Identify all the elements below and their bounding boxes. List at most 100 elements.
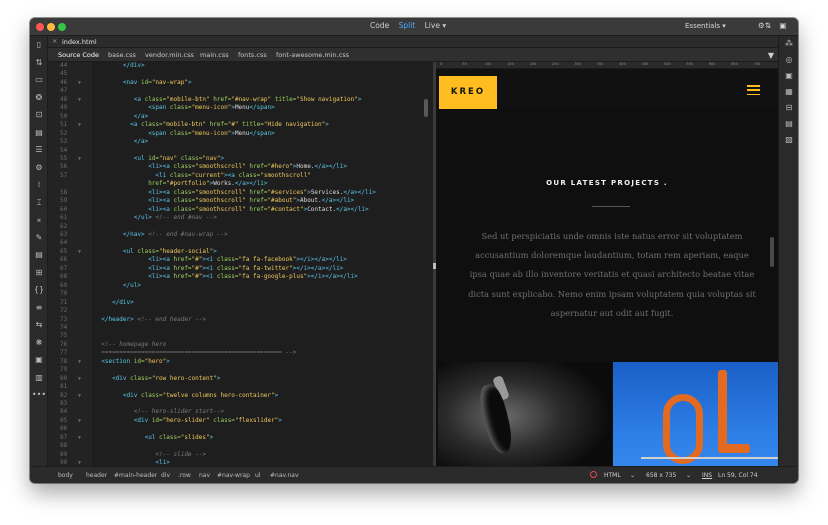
tag-selector-nav[interactable]: nav bbox=[199, 472, 210, 479]
tag-selector-nav-ul[interactable]: #nav.nav bbox=[270, 472, 299, 479]
fold-toggle-icon[interactable]: ▼ bbox=[78, 417, 81, 425]
css-designer-icon[interactable]: ◎ bbox=[779, 52, 798, 68]
code-line[interactable]: 45 bbox=[48, 70, 433, 78]
fold-toggle-icon[interactable]: ▼ bbox=[78, 459, 81, 466]
code-view-button[interactable]: Code bbox=[370, 21, 389, 30]
code-text[interactable]: <li><a href="#"><i class="fa fa-google-p… bbox=[94, 273, 358, 281]
code-line[interactable]: 80 ▼ <div class="row hero-content"> bbox=[48, 375, 433, 383]
insert-mode-toggle[interactable]: INS bbox=[702, 472, 712, 479]
code-icon[interactable]: ⊡ bbox=[30, 106, 48, 124]
code-line[interactable]: href="#portfolio">Works.</a></li> bbox=[48, 180, 433, 188]
zoom-window-button[interactable] bbox=[58, 23, 66, 31]
fold-toggle-icon[interactable]: ▼ bbox=[78, 79, 81, 87]
code-text[interactable]: <div class="row hero-content"> bbox=[94, 375, 220, 383]
wrap-icon[interactable]: ⌶ bbox=[30, 194, 48, 212]
code-line[interactable]: 75 bbox=[48, 332, 433, 340]
code-editor[interactable]: 44 </div> 45 46 ▼ <nav id="nav-wrap"> 47 48 ▼ … bbox=[48, 62, 433, 466]
code-text[interactable]: </a> bbox=[94, 113, 148, 121]
related-file-font-awesome-css[interactable]: font-awesome.min.css bbox=[276, 51, 349, 59]
tag-selector-main-header[interactable]: #main-header bbox=[114, 472, 157, 479]
site-logo[interactable]: KREO bbox=[439, 76, 497, 109]
fold-toggle-icon[interactable]: ▼ bbox=[78, 155, 81, 163]
move-icon[interactable]: ⇆ bbox=[30, 316, 48, 334]
code-text[interactable]: <li><a href="#"><i class="fa fa-twitter"… bbox=[94, 265, 343, 273]
code-line[interactable]: 59 <li><a class="smoothscroll" href="#ab… bbox=[48, 197, 433, 205]
snippets-icon[interactable]: ▤ bbox=[779, 116, 798, 132]
code-text[interactable]: <span class="menu-icon">Menu</span> bbox=[94, 104, 275, 112]
fold-toggle-icon[interactable]: ▼ bbox=[78, 248, 81, 256]
assets-icon[interactable]: ▣ bbox=[779, 68, 798, 84]
format-icon[interactable]: ≡ bbox=[30, 299, 48, 317]
code-text[interactable]: <li> bbox=[94, 459, 169, 466]
document-tab[interactable]: × index.html bbox=[48, 36, 778, 48]
code-line[interactable]: 53 </a> bbox=[48, 138, 433, 146]
code-line[interactable]: 87 ▼ <ul class="slides"> bbox=[48, 434, 433, 442]
code-text[interactable]: <a class="mobile-btn" href="#nav-wrap" t… bbox=[94, 96, 362, 104]
code-line[interactable]: 73 </header> <!-- end header --> bbox=[48, 316, 433, 324]
expand-icon[interactable]: ⊞ bbox=[30, 264, 48, 282]
tag-selector-div[interactable]: div bbox=[161, 472, 170, 479]
tag-selector-nav-wrap[interactable]: #nav-wrap bbox=[217, 472, 250, 479]
code-text[interactable]: <a class="mobile-btn" href="#" title="Hi… bbox=[94, 121, 329, 129]
code-line[interactable]: 82 ▼ <div class="twelve columns hero-cont… bbox=[48, 392, 433, 400]
code-text[interactable]: </div> bbox=[94, 299, 134, 307]
code-line[interactable]: 70 bbox=[48, 290, 433, 298]
file-icon[interactable]: ▯ bbox=[30, 36, 48, 54]
project-image-diver[interactable] bbox=[438, 362, 612, 466]
code-line[interactable]: 81 bbox=[48, 383, 433, 391]
dom-panel-icon[interactable]: ⊟ bbox=[779, 100, 798, 116]
related-file-fonts-css[interactable]: fonts.css bbox=[238, 51, 267, 59]
code-line[interactable]: 72 bbox=[48, 307, 433, 315]
document-type-arrow-icon[interactable]: ⌄ bbox=[630, 472, 635, 479]
code-line[interactable]: 67 <li><a href="#"><i class="fa fa-twitt… bbox=[48, 265, 433, 273]
document-tab-name[interactable]: index.html bbox=[62, 38, 97, 46]
fold-toggle-icon[interactable]: ▼ bbox=[78, 358, 81, 366]
code-text[interactable]: <li><a href="#"><i class="fa fa-facebook… bbox=[94, 256, 347, 264]
code-line[interactable]: 44 </div> bbox=[48, 62, 433, 70]
code-line[interactable]: 57 <li class="current"><a class="smooths… bbox=[48, 172, 433, 180]
code-line[interactable]: 83 bbox=[48, 400, 433, 408]
code-line[interactable]: 55 ▼ <ul id="nav" class="nav"> bbox=[48, 155, 433, 163]
document-type-select[interactable]: HTML bbox=[604, 472, 621, 479]
code-line[interactable]: 69 </ul> bbox=[48, 282, 433, 290]
indent-icon[interactable]: ☰ bbox=[30, 141, 48, 159]
code-text[interactable]: </ul> bbox=[94, 282, 141, 290]
tag-selector-ul[interactable]: ul bbox=[255, 472, 260, 479]
files-icon[interactable]: ⁂ bbox=[779, 36, 798, 52]
code-line[interactable]: 50 </a> bbox=[48, 113, 433, 121]
tag-selector-header[interactable]: header bbox=[86, 472, 107, 479]
code-text[interactable]: </ul> <!-- end #nav --> bbox=[94, 214, 217, 222]
related-file-base-css[interactable]: base.css bbox=[108, 51, 136, 59]
dom-icon[interactable]: ▤ bbox=[30, 124, 48, 142]
tag-selector-body[interactable]: body bbox=[58, 472, 73, 479]
hamburger-menu-icon[interactable] bbox=[747, 85, 760, 96]
code-text[interactable]: <div id="hero-slider" class="flexslider"… bbox=[94, 417, 282, 425]
related-file-main-css[interactable]: main.css bbox=[200, 51, 229, 59]
sync-icon[interactable]: ⚙⇅ bbox=[758, 21, 771, 30]
code-text[interactable]: <section id="hero"> bbox=[94, 358, 170, 366]
code-line[interactable]: 88 bbox=[48, 442, 433, 450]
code-text[interactable]: <ul class="slides"> bbox=[94, 434, 214, 442]
related-file-vendor-css[interactable]: vendor.min.css bbox=[145, 51, 194, 59]
code-line[interactable]: 54 bbox=[48, 147, 433, 155]
code-line[interactable]: 79 bbox=[48, 366, 433, 374]
code-text[interactable]: <!-- slide --> bbox=[94, 451, 206, 459]
bug-icon[interactable]: ❂ bbox=[30, 89, 48, 107]
code-line[interactable]: 86 bbox=[48, 425, 433, 433]
code-line[interactable]: 65 ▼ <ul class="header-social"> bbox=[48, 248, 433, 256]
code-text[interactable]: <div class="twelve columns hero-containe… bbox=[94, 392, 278, 400]
window-size-arrow-icon[interactable]: ⌄ bbox=[686, 472, 691, 479]
code-line[interactable]: 58 <li><a class="smoothscroll" href="#se… bbox=[48, 189, 433, 197]
code-line[interactable]: 46 ▼ <nav id="nav-wrap"> bbox=[48, 79, 433, 87]
code-text[interactable]: <li><a class="smoothscroll" href="#about… bbox=[94, 197, 354, 205]
code-text[interactable]: <span class="menu-icon">Menu</span> bbox=[94, 130, 275, 138]
code-line[interactable]: 48 ▼ <a class="mobile-btn" href="#nav-wra… bbox=[48, 96, 433, 104]
list-icon[interactable]: ▤ bbox=[30, 246, 48, 264]
code-text[interactable]: <li><a class="smoothscroll" href="#hero"… bbox=[94, 163, 347, 171]
code-line[interactable]: 66 <li><a href="#"><i class="fa fa-faceb… bbox=[48, 256, 433, 264]
tag-selector-row[interactable]: .row bbox=[178, 472, 191, 479]
code-line[interactable]: 84 <!-- hero-slider start--> bbox=[48, 408, 433, 416]
curly-icon[interactable]: {} bbox=[30, 281, 48, 299]
live-view-button[interactable]: Live ▾ bbox=[425, 21, 446, 30]
comment-icon[interactable]: ❋ bbox=[30, 334, 48, 352]
